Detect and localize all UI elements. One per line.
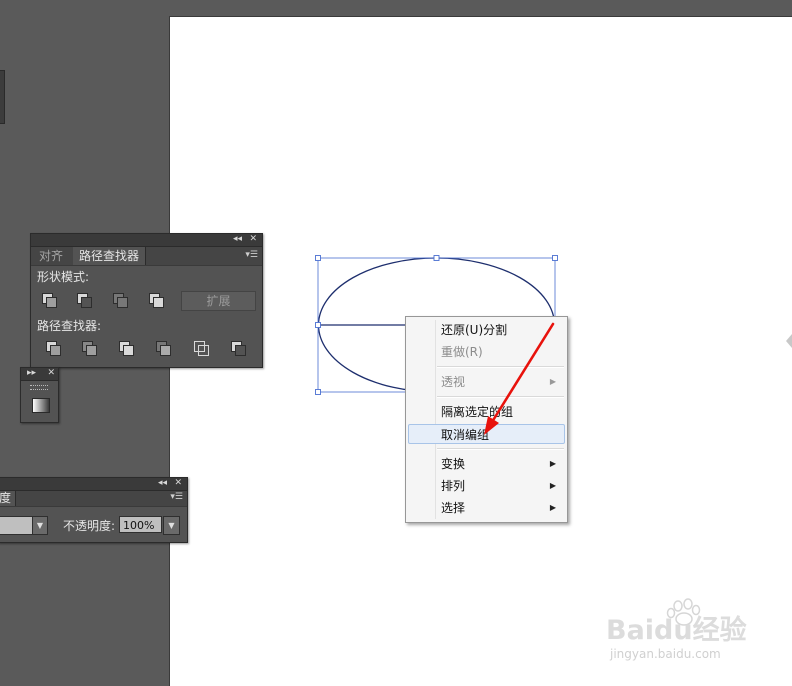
annotation-overlay: [484, 322, 555, 435]
annotation-arrowhead-icon: [484, 416, 499, 435]
baidu-jingyan-watermark: Baidu经验 jingyan.baidu.com: [604, 598, 754, 668]
annotation-arrow-line: [490, 322, 555, 424]
watermark-url: jingyan.baidu.com: [610, 647, 721, 661]
watermark-main-text: Baidu经验: [606, 615, 747, 646]
